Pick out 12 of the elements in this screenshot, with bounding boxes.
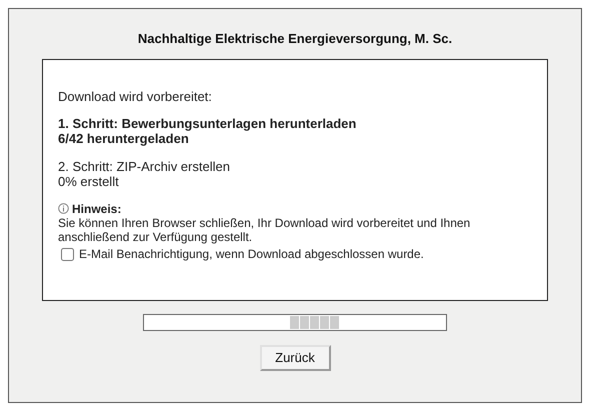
email-checkbox[interactable] — [61, 248, 74, 260]
step-progress: 6/42 heruntergeladen — [58, 130, 189, 146]
step-heading: 1. Schritt: Bewerbungsunterlagen herunterladen — [58, 116, 356, 130]
step-heading: 2. Schritt: ZIP-Archiv erstellen — [58, 158, 230, 174]
status-text: Download wird vorbereitet: — [58, 88, 213, 104]
notice-label: Hinweis: — [72, 202, 122, 216]
notice-text: Sie können Ihren Browser schließen, Ihr Download wird vorbereitet und Ihnen anschließend zur Verfügung gestellt. — [58, 216, 472, 244]
back-button[interactable]: Zurück — [260, 344, 330, 370]
page-title: Nachhaltige Elektrische Energieversorgung, M. Sc. — [138, 30, 452, 48]
info-icon — [58, 203, 69, 214]
email-option-label: E-Mail Benachrichtigung, wenn Download abgeschlossen wurde. — [79, 246, 424, 262]
step-progress: 0% erstellt — [58, 174, 119, 188]
